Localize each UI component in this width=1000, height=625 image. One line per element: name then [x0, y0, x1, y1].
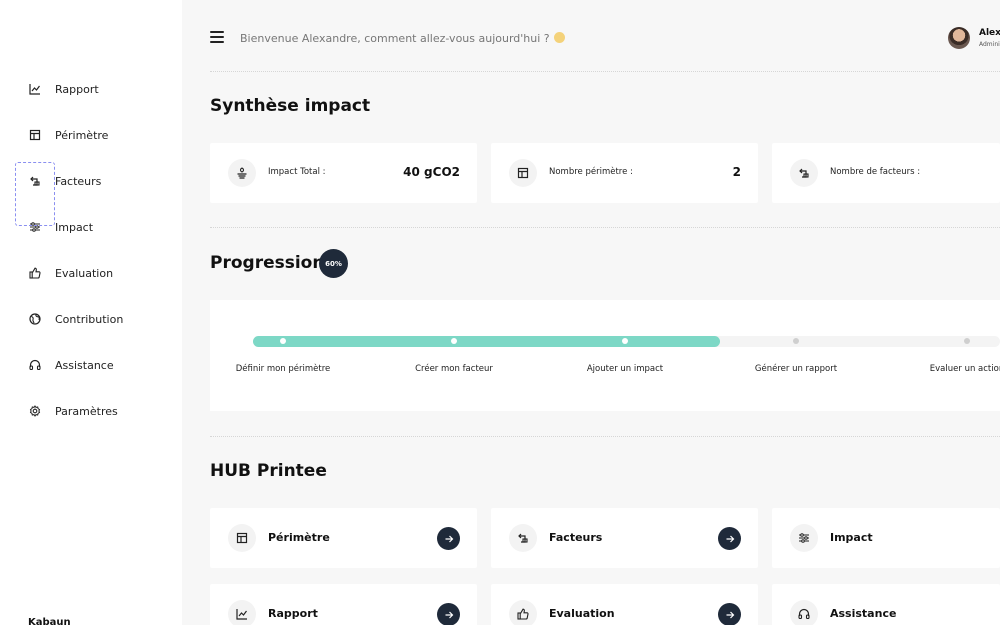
arrow-right-icon	[445, 535, 453, 542]
switch-arrow-icon	[790, 159, 818, 187]
sidebar-item-label: Rapport	[55, 82, 99, 96]
progress-step-label: Définir mon périmètre	[235, 364, 331, 374]
progress-step-label: Ajouter un impact	[586, 364, 664, 374]
hub-card-rapport[interactable]: Rapport	[210, 584, 477, 625]
sidebar-item-contribution[interactable]: Contribution	[0, 296, 182, 342]
hub-card-label: Impact	[830, 531, 873, 544]
progress-step-dot	[280, 338, 286, 344]
welcome-text: Bienvenue Alexandre, comment allez-vous …	[240, 32, 550, 45]
progression-title: Progression	[210, 253, 325, 273]
hub-card-assistance[interactable]: Assistance	[772, 584, 1000, 625]
globe-icon	[28, 312, 42, 326]
sidebar: Rapport Périmètre Facteurs Impact Evalua…	[0, 0, 182, 625]
progress-step-dot	[622, 338, 628, 344]
sidebar-item-evaluation[interactable]: Evaluation	[0, 250, 182, 296]
switch-arrow-icon	[509, 524, 537, 552]
brand-name: Kabaun	[28, 617, 71, 625]
top-bar: Bienvenue Alexandre, comment allez-vous …	[182, 0, 1000, 72]
calendar-box-icon	[28, 128, 42, 142]
progress-step-label: Evaluer un action	[929, 364, 1000, 374]
hub-card-impact[interactable]: Impact	[772, 508, 1000, 568]
stat-label: Nombre périmètre :	[549, 167, 633, 177]
hub-card-perimetre[interactable]: Périmètre	[210, 508, 477, 568]
hub-card-label: Périmètre	[268, 531, 330, 544]
hub-card-label: Facteurs	[549, 531, 603, 544]
hub-card-label: Rapport	[268, 607, 318, 620]
sidebar-item-perimetre[interactable]: Périmètre	[0, 112, 182, 158]
sliders-icon	[790, 524, 818, 552]
divider	[210, 436, 1000, 437]
stat-value: 2	[732, 165, 741, 179]
calendar-box-icon	[228, 524, 256, 552]
progress-fill	[253, 336, 720, 347]
arrow-right-button[interactable]	[437, 527, 460, 550]
progress-card: Définir mon périmètre Créer mon facteur Aj…	[210, 300, 1000, 411]
sidebar-item-label: Facteurs	[55, 174, 102, 188]
smile-emoji-icon	[553, 32, 565, 43]
avatar[interactable]	[948, 27, 970, 49]
hub-card-evaluation[interactable]: Evaluation	[491, 584, 758, 625]
hub-card-facteurs[interactable]: Facteurs	[491, 508, 758, 568]
sidebar-item-label: Assistance	[55, 358, 114, 372]
sidebar-item-rapport[interactable]: Rapport	[0, 66, 182, 112]
thumbs-up-icon	[28, 266, 42, 280]
hub-title: HUB Printee	[210, 461, 327, 481]
arrow-right-icon	[445, 611, 453, 618]
hub-card-label: Evaluation	[549, 607, 615, 620]
arrow-right-icon	[726, 535, 734, 542]
stat-label: Impact Total :	[268, 167, 326, 177]
calendar-box-icon	[509, 159, 537, 187]
user-role: Admini	[979, 41, 1000, 48]
sidebar-item-label: Périmètre	[55, 128, 109, 142]
headphones-icon	[28, 358, 42, 372]
sidebar-item-label: Impact	[55, 220, 94, 234]
arrow-right-button[interactable]	[437, 603, 460, 625]
progress-step-label: Générer un rapport	[754, 364, 838, 374]
sidebar-item-label: Paramètres	[55, 404, 118, 418]
welcome-message: Bienvenue Alexandre, comment allez-vous …	[240, 32, 565, 45]
focus-highlight	[15, 162, 55, 226]
gear-icon	[28, 404, 42, 418]
leaf-stack-icon	[228, 159, 256, 187]
chart-line-icon	[228, 600, 256, 625]
stat-card-nombre-facteurs: Nombre de facteurs :	[772, 143, 1000, 203]
arrow-right-button[interactable]	[718, 527, 741, 550]
sidebar-item-assistance[interactable]: Assistance	[0, 342, 182, 388]
progress-step-dot	[793, 338, 799, 344]
progress-step-dot	[451, 338, 457, 344]
sidebar-item-label: Evaluation	[55, 266, 114, 280]
stat-value: 40 gCO2	[403, 165, 460, 179]
hub-card-label: Assistance	[830, 607, 897, 620]
sidebar-item-parametres[interactable]: Paramètres	[0, 388, 182, 434]
headphones-icon	[790, 600, 818, 625]
hamburger-menu-icon[interactable]	[210, 31, 224, 43]
user-name[interactable]: Alexa	[979, 28, 1000, 38]
synthese-title: Synthèse impact	[210, 96, 371, 116]
arrow-right-button[interactable]	[718, 603, 741, 625]
arrow-right-icon	[726, 611, 734, 618]
stat-label: Nombre de facteurs :	[830, 167, 921, 177]
progress-step-label: Créer mon facteur	[415, 364, 493, 374]
progress-percent-badge: 60%	[319, 249, 348, 278]
chart-line-icon	[28, 82, 42, 96]
thumbs-up-icon	[509, 600, 537, 625]
stat-card-impact-total: Impact Total : 40 gCO2	[210, 143, 477, 203]
divider	[210, 227, 1000, 228]
stat-card-nombre-perimetre: Nombre périmètre : 2	[491, 143, 758, 203]
sidebar-item-label: Contribution	[55, 312, 124, 326]
divider	[210, 71, 1000, 72]
progress-step-dot	[964, 338, 970, 344]
